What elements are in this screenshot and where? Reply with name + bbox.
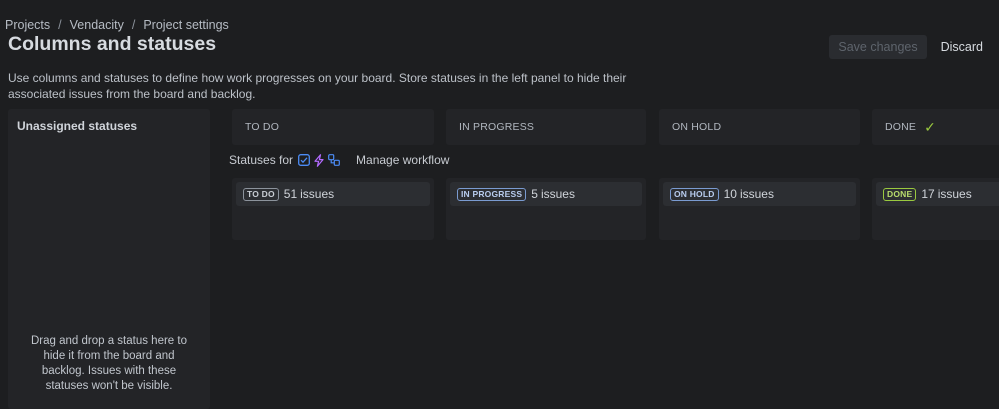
breadcrumb-vendacity[interactable]: Vendacity bbox=[70, 18, 124, 32]
status-lozenge: ON HOLD bbox=[670, 187, 719, 201]
status-issue-unit: issues bbox=[739, 187, 774, 201]
breadcrumb-projects[interactable]: Projects bbox=[5, 18, 50, 32]
column-name: ON HOLD bbox=[672, 121, 722, 133]
page-actions: Save changes Discard bbox=[829, 35, 987, 59]
page-description: Use columns and statuses to define how w… bbox=[8, 71, 627, 101]
status-card-to-do[interactable]: TO DO 51 issues bbox=[236, 182, 430, 206]
unassigned-statuses-title: Unassigned statuses bbox=[17, 119, 138, 133]
status-issue-count: 51 bbox=[283, 187, 298, 201]
breadcrumb-separator: / bbox=[131, 18, 136, 32]
status-lozenge: DONE bbox=[883, 187, 917, 201]
column-name: IN PROGRESS bbox=[459, 121, 535, 133]
status-issue-unit: issues bbox=[540, 187, 575, 201]
column-header-to-do[interactable]: TO DO bbox=[232, 109, 434, 145]
save-changes-button[interactable]: Save changes bbox=[829, 35, 927, 59]
breadcrumb-separator: / bbox=[58, 18, 62, 32]
status-issue-unit: issues bbox=[300, 187, 335, 201]
status-lozenge: TO DO bbox=[243, 187, 279, 201]
column-header-in-progress[interactable]: IN PROGRESS bbox=[446, 109, 646, 145]
status-card-on-hold[interactable]: ON HOLD 10 issues bbox=[663, 182, 856, 206]
page-title: Columns and statuses bbox=[8, 33, 217, 55]
status-lozenge: IN PROGRESS bbox=[457, 187, 527, 201]
status-issue-count: 5 bbox=[531, 187, 538, 201]
unassigned-statuses-hint: Drag and drop a status here to hide it f… bbox=[31, 335, 187, 392]
discard-button[interactable]: Discard bbox=[937, 35, 987, 59]
breadcrumb: Projects / Vendacity / Project settings bbox=[5, 18, 229, 32]
status-issue-count: 17 bbox=[921, 187, 935, 201]
column-header-on-hold[interactable]: ON HOLD bbox=[659, 109, 860, 145]
board-columns: TO DO IN PROGRESS ON HOLD DONE ✓ TO DO 5… bbox=[232, 109, 999, 409]
status-card-done[interactable]: DONE 17 issues bbox=[876, 182, 999, 206]
column-drop-zone-in-progress[interactable]: IN PROGRESS 5 issues bbox=[446, 178, 646, 240]
status-issue-count: 10 bbox=[723, 187, 737, 201]
column-name: TO DO bbox=[245, 121, 280, 133]
column-drop-zone-on-hold[interactable]: ON HOLD 10 issues bbox=[659, 178, 860, 240]
status-card-in-progress[interactable]: IN PROGRESS 5 issues bbox=[450, 182, 642, 206]
unassigned-statuses-panel[interactable]: Unassigned statuses Drag and drop a stat… bbox=[8, 109, 210, 409]
status-issue-unit: issues bbox=[937, 187, 972, 201]
breadcrumb-project-settings[interactable]: Project settings bbox=[143, 18, 228, 32]
column-name: DONE bbox=[885, 121, 917, 133]
column-drop-zone-to-do[interactable]: TO DO 51 issues bbox=[232, 178, 434, 240]
column-drop-zone-done[interactable]: DONE 17 issues bbox=[872, 178, 999, 240]
done-check-icon: ✓ bbox=[924, 118, 937, 135]
column-header-done[interactable]: DONE ✓ bbox=[872, 109, 999, 145]
